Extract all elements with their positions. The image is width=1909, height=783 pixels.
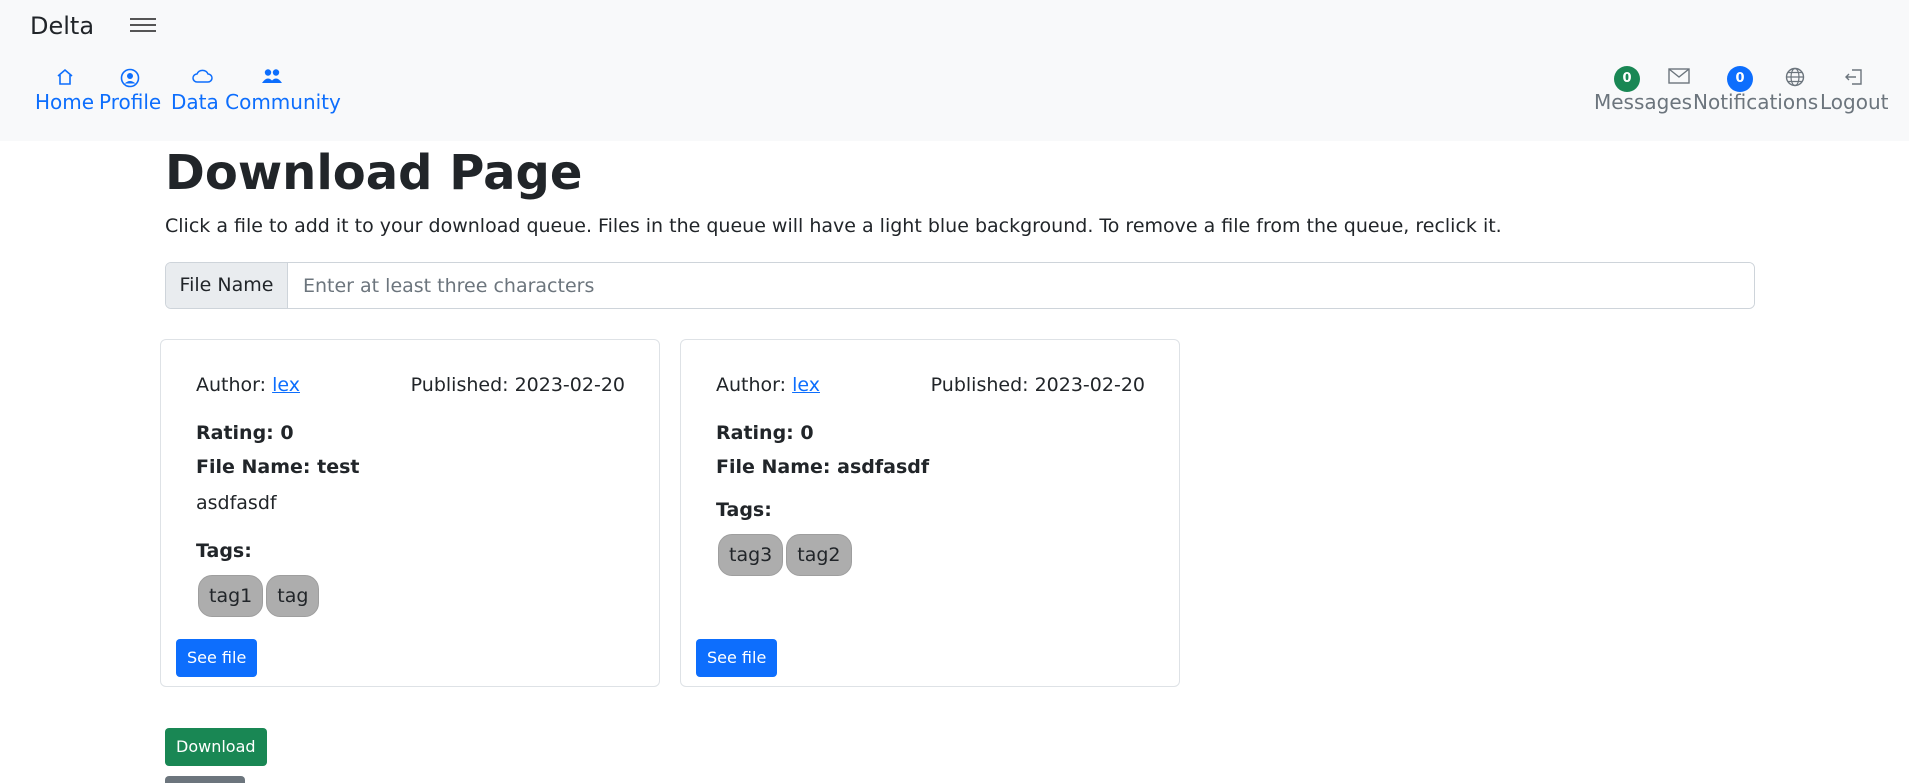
brand[interactable]: Delta — [30, 12, 94, 40]
author-prefix: Author: — [716, 374, 793, 396]
card-tags: tag1 tag — [198, 575, 320, 617]
card-published: Published: 2023-02-20 — [930, 374, 1145, 396]
nav-logout-label: Logout — [1820, 90, 1889, 114]
file-name-search-input[interactable] — [288, 263, 1754, 308]
nav-data-community-label: Data Community — [171, 90, 341, 114]
card-description: asdfasdf — [196, 492, 277, 514]
see-file-button[interactable]: See file — [696, 639, 778, 677]
nav-notifications[interactable]: 0 Notifications — [1693, 64, 1818, 114]
secondary-button[interactable] — [165, 776, 245, 783]
page-title: Download Page — [165, 145, 583, 201]
nav-data-community[interactable]: Data Community — [171, 64, 341, 114]
file-card[interactable]: Author: lex Published: 2023-02-20 Rating… — [160, 339, 660, 687]
nav-profile[interactable]: Profile — [99, 64, 161, 114]
card-rating: Rating: 0 — [196, 422, 294, 444]
card-file-name: File Name: asdfasdf — [716, 456, 930, 478]
card-author: Author: lex — [196, 374, 300, 396]
envelope-icon — [1594, 64, 1692, 90]
profile-icon — [99, 64, 161, 90]
card-rating: Rating: 0 — [716, 422, 814, 444]
navbar: Delta Home Profile Data Community 0 Mess… — [0, 0, 1909, 141]
globe-icon — [1693, 64, 1818, 90]
nav-logout[interactable]: Logout — [1820, 64, 1888, 114]
messages-badge: 0 — [1614, 66, 1640, 92]
notifications-badge: 0 — [1727, 66, 1753, 92]
menu-toggle-icon[interactable] — [128, 14, 158, 40]
file-card[interactable]: Author: lex Published: 2023-02-20 Rating… — [680, 339, 1180, 687]
tag-pill: tag1 — [198, 575, 264, 617]
author-prefix: Author: — [196, 374, 273, 396]
file-name-label: File Name — [166, 263, 288, 308]
nav-messages-label: Messages — [1594, 90, 1693, 114]
card-tags-label: Tags: — [196, 540, 252, 562]
download-button[interactable]: Download — [165, 728, 267, 766]
author-link[interactable]: lex — [792, 374, 820, 396]
card-file-name: File Name: test — [196, 456, 360, 478]
see-file-button[interactable]: See file — [176, 639, 258, 677]
page-intro: Click a file to add it to your download … — [165, 215, 1502, 237]
card-published: Published: 2023-02-20 — [410, 374, 625, 396]
nav-home-label: Home — [35, 90, 95, 114]
card-tags-label: Tags: — [716, 499, 772, 521]
logout-icon — [1820, 64, 1888, 90]
cloud-icon — [171, 64, 341, 90]
nav-home[interactable]: Home — [35, 64, 94, 114]
author-link[interactable]: lex — [272, 374, 300, 396]
nav-profile-label: Profile — [99, 90, 162, 114]
tag-pill: tag3 — [718, 534, 784, 576]
file-name-search-group: File Name — [165, 262, 1755, 309]
card-author: Author: lex — [716, 374, 820, 396]
tag-pill: tag2 — [786, 534, 852, 576]
people-icon — [261, 68, 283, 88]
card-tags: tag3 tag2 — [718, 534, 852, 576]
tag-pill: tag — [266, 575, 320, 617]
home-icon — [35, 64, 94, 90]
nav-notifications-label: Notifications — [1693, 90, 1819, 114]
nav-messages[interactable]: 0 Messages — [1594, 64, 1692, 114]
